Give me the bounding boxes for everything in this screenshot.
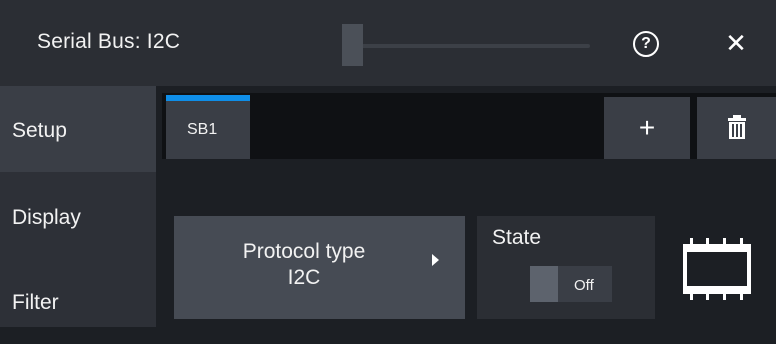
dialog-title: Serial Bus: I2C [37,30,181,53]
submenu-arrow-icon [432,254,439,266]
state-panel: State Off [477,216,655,319]
plus-icon: + [638,112,656,143]
close-icon[interactable]: ✕ [722,28,750,58]
tab-sb1[interactable]: SB1 [166,95,250,159]
title-bar: Serial Bus: I2C ? ✕ [0,0,776,86]
protocol-type-value: I2C [287,266,321,289]
help-icon[interactable]: ? [633,31,659,57]
protocol-type-label: Protocol type [242,240,366,263]
chip-icon [683,238,751,300]
state-label: State [492,226,542,249]
state-toggle[interactable]: Off [530,266,612,302]
tab-active-indicator [166,95,250,101]
delete-bus-button[interactable] [697,97,776,159]
add-bus-button[interactable]: + [604,97,690,159]
sidebar: Setup Display Filter [0,86,156,327]
sidebar-item-label: Setup [12,119,67,142]
sidebar-item-label: Display [12,206,81,229]
sidebar-item-display[interactable]: Display [0,172,156,258]
toggle-knob [530,266,558,302]
drag-handle[interactable] [342,24,363,66]
sidebar-item-filter[interactable]: Filter [0,258,156,344]
drag-track[interactable] [350,44,590,48]
protocol-type-button[interactable]: Protocol type I2C [174,216,465,319]
tab-label: SB1 [187,121,218,138]
trash-icon [728,115,746,139]
sidebar-item-label: Filter [12,291,59,314]
sidebar-item-setup[interactable]: Setup [0,86,156,172]
toggle-text: Off [574,277,594,294]
